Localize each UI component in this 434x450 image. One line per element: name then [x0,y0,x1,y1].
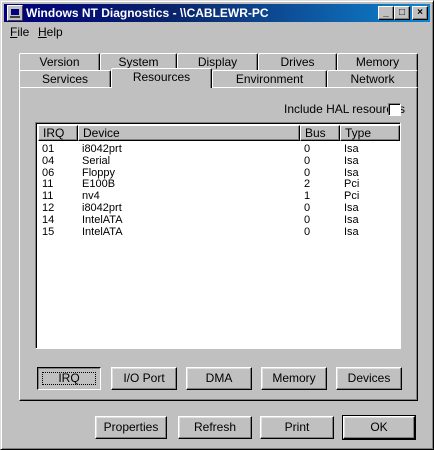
diagnostics-window: Windows NT Diagnostics - \\CABLEWR-PC _ … [0,0,434,450]
bus-cell: 0 [304,143,311,155]
table-row[interactable]: 15 IntelATA 0 Isa [38,225,400,238]
column-bus[interactable]: Bus [300,125,340,141]
table-row[interactable]: 14 IntelATA 0 Isa [38,213,400,226]
tab-drives[interactable]: Drives [258,53,337,71]
irq-cell: 04 [42,154,55,167]
window-title: Windows NT Diagnostics - \\CABLEWR-PC [26,6,269,20]
table-row[interactable]: 12 i8042prt 0 Isa [38,203,400,214]
bus-cell: 1 [304,190,311,203]
bus-cell: 0 [304,154,311,167]
tab-memory[interactable]: Memory [337,53,418,71]
irq-cell: 06 [42,166,55,179]
tab-row-back: Version System Display Drives Memory [19,53,418,71]
close-button[interactable]: × [412,6,428,20]
tab-network[interactable]: Network [327,70,418,88]
resources-list[interactable]: IRQ Device Bus Type 01 i8042prt 0 Isa 04 Seri… [35,122,401,349]
table-row[interactable]: 04 Serial 0 Isa [38,154,400,167]
device-cell: i8042prt [82,143,122,155]
hal-resources-label: Include HAL resources [284,102,405,116]
title-bar[interactable]: Windows NT Diagnostics - \\CABLEWR-PC _ … [4,4,430,22]
tab-environment[interactable]: Environment [212,70,327,88]
type-cell: Pci [344,190,360,203]
irq-button[interactable]: IRQ [37,367,101,390]
refresh-button[interactable]: Refresh [178,416,252,439]
print-button[interactable]: Print [260,416,334,439]
list-header: IRQ Device Bus Type [38,125,400,141]
type-cell: Isa [344,143,359,155]
table-row[interactable]: 11 E100B 2 Pci [38,179,400,190]
type-cell: Isa [344,213,359,226]
table-row[interactable]: 01 i8042prt 0 Isa [38,144,400,155]
tab-row-front: Services Resources Environment Network [19,68,418,88]
ok-button[interactable]: OK [342,415,416,440]
bus-cell: 2 [304,178,311,191]
table-row[interactable]: 11 nv4 1 Pci [38,191,400,202]
dma-button[interactable]: DMA [186,367,252,390]
bus-cell: 0 [304,166,311,179]
device-cell: E100B [82,178,116,191]
bus-cell: 0 [304,202,311,214]
properties-button[interactable]: Properties [95,416,167,439]
bus-cell: 0 [304,225,311,238]
type-cell: Isa [344,166,359,179]
menu-file[interactable]: File [10,25,29,39]
tab-version[interactable]: Version [19,53,100,71]
device-cell: nv4 [82,190,100,203]
tab-resources[interactable]: Resources [111,68,212,88]
hal-resources-checkbox[interactable] [388,103,401,116]
maximize-button[interactable]: □ [394,6,410,20]
type-cell: Pci [344,178,360,191]
app-icon[interactable] [7,5,23,21]
irq-cell: 12 [42,202,55,214]
irq-cell: 15 [42,225,55,238]
bus-cell: 0 [304,213,311,226]
menu-help[interactable]: Help [38,25,63,39]
io-port-button[interactable]: I/O Port [111,367,177,390]
menu-bar: File Help [4,23,430,41]
devices-button[interactable]: Devices [336,367,402,390]
tab-services[interactable]: Services [19,70,111,88]
type-cell: Isa [344,202,359,214]
minimize-button[interactable]: _ [378,6,394,20]
device-cell: Serial [82,154,111,167]
column-type[interactable]: Type [340,125,400,141]
device-cell: IntelATA [82,213,123,226]
device-cell: Floppy [82,166,116,179]
device-cell: IntelATA [82,225,123,238]
irq-cell: 11 [42,178,54,191]
column-device[interactable]: Device [78,125,300,141]
type-cell: Isa [344,225,359,238]
irq-cell: 14 [42,213,55,226]
memory-button[interactable]: Memory [261,367,327,390]
type-cell: Isa [344,154,359,167]
irq-cell: 11 [42,190,54,203]
table-row[interactable]: 06 Floppy 0 Isa [38,166,400,179]
device-cell: i8042prt [82,202,122,214]
irq-cell: 01 [42,143,55,155]
column-irq[interactable]: IRQ [38,125,78,141]
